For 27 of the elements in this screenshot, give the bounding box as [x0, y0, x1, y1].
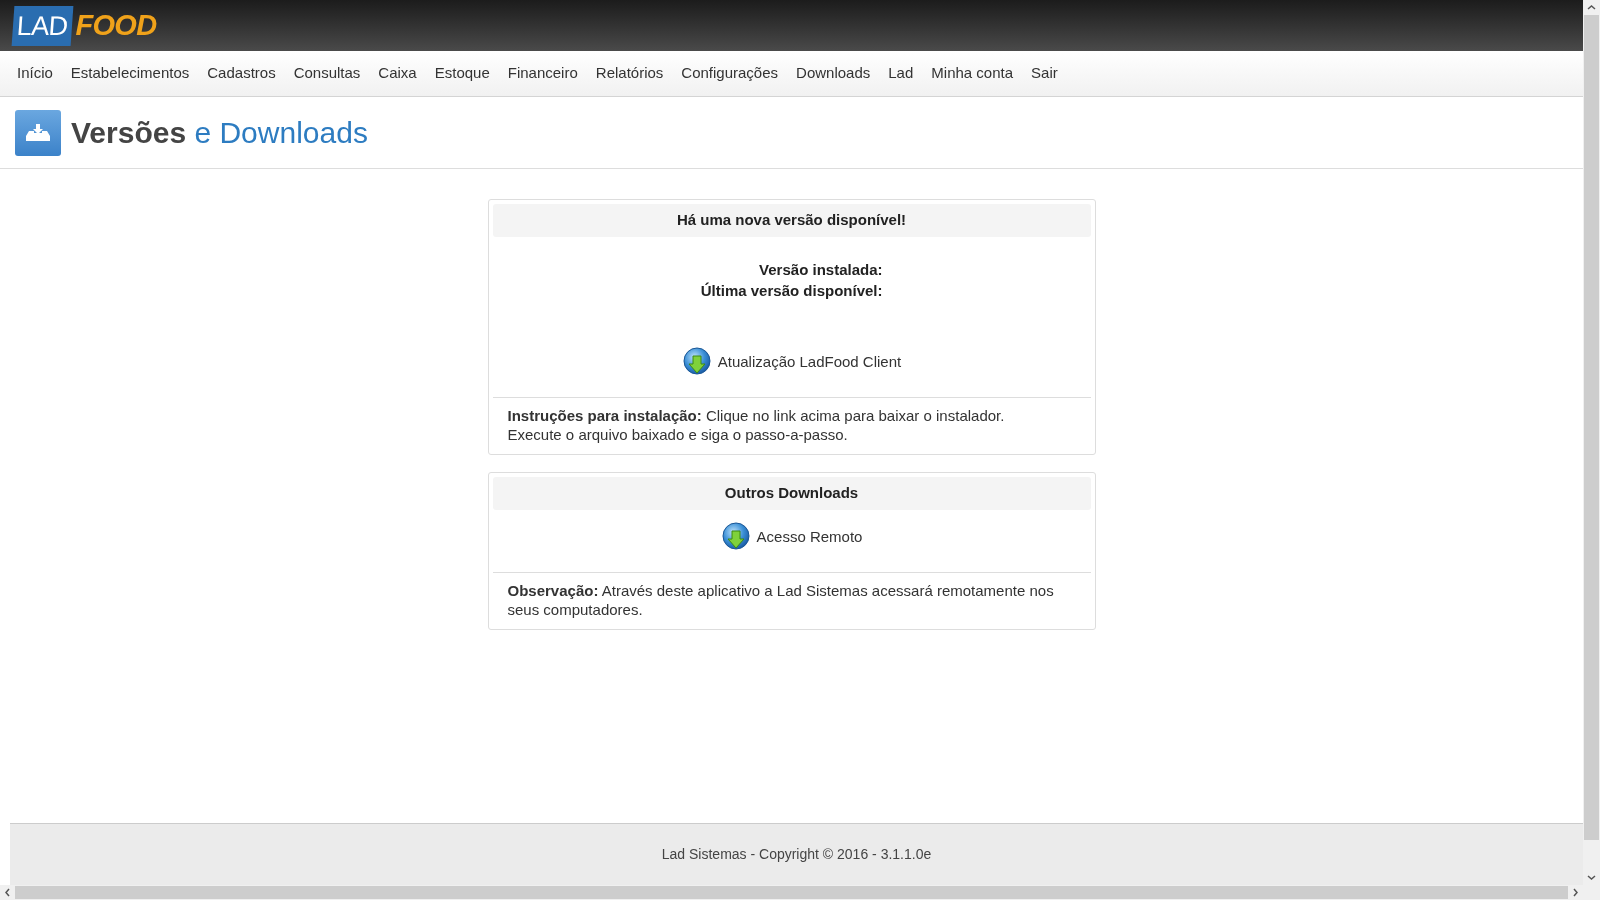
card-title: Há uma nova versão disponível! — [676, 210, 907, 231]
page-title: Versões e Downloads — [71, 115, 368, 151]
version-label: Versão instalada: — [759, 260, 883, 280]
nav-link[interactable]: Cadastros — [198, 62, 285, 85]
nav-link[interactable]: Lad — [879, 62, 923, 85]
nav-link[interactable]: Downloads — [787, 62, 880, 85]
download-globe-icon — [720, 522, 751, 552]
nav-link[interactable]: Configurações — [672, 62, 788, 85]
nav-link[interactable]: Relatórios — [586, 62, 673, 85]
nav-link[interactable]: Minha conta — [922, 62, 1023, 85]
logo[interactable]: LAD FOOD — [13, 3, 157, 48]
nav-link[interactable]: Estoque — [425, 62, 499, 85]
footer-text: Lad Sistemas - Copyright © 2016 - 3.1.1.0e — [661, 845, 932, 864]
nav-link[interactable]: Sair — [1022, 62, 1067, 85]
nav-link[interactable]: Consultas — [284, 62, 370, 85]
version-label: Última versão disponível: — [700, 281, 883, 301]
note-text: Observação: Através deste aplicativo a Lad Sistemas acessará remotamente nos seus computadores. — [507, 581, 1055, 619]
download-link[interactable]: Atualização LadFood Client — [681, 347, 902, 377]
download-globe-icon — [681, 347, 712, 377]
card-title: Outros Downloads — [724, 483, 859, 504]
download-link[interactable]: Acesso Remoto — [720, 522, 863, 552]
nav-link[interactable]: Estabelecimentos — [61, 62, 199, 85]
nav-link[interactable]: Financeiro — [498, 62, 587, 85]
download-tray-icon — [15, 109, 61, 156]
nav-link[interactable]: Caixa — [369, 62, 426, 85]
note-text: Instruções para instalação: Clique no link acima para baixar o instalador. Execute o arquivo baixado e siga o passo-a-passo. — [507, 406, 1006, 444]
nav-link[interactable]: Início — [8, 62, 62, 85]
